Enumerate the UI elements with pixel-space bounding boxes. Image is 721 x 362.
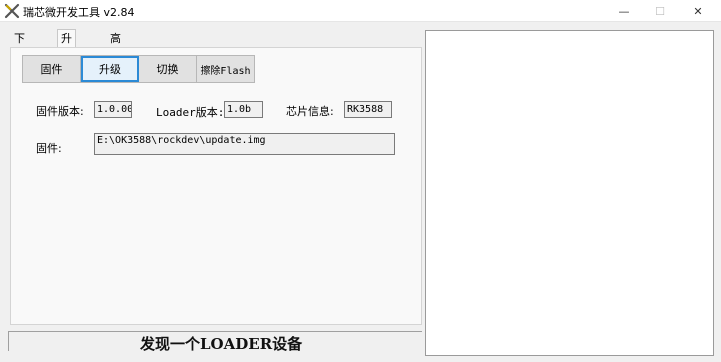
minimize-icon: — <box>618 4 630 18</box>
switch-button[interactable]: 切换 <box>139 56 197 82</box>
tab-download-image[interactable]: 下载镜像 <box>11 31 28 93</box>
maximize-icon: ☐ <box>655 4 665 18</box>
upgrade-firmware-panel: 固件 升级 切换 擦除Flash 固件版本: 1.0.00 Loader版本: … <box>10 47 422 325</box>
tab-advanced-functions[interactable]: 高级功能 <box>107 31 124 93</box>
chip-info-field: RK3588 <box>344 101 392 118</box>
loader-version-label: Loader版本: <box>156 106 225 119</box>
log-output-box[interactable] <box>425 30 714 356</box>
firmware-version-field: 1.0.00 <box>94 101 132 118</box>
firmware-version-label: 固件版本: <box>36 105 84 118</box>
window-title: 瑞芯微开发工具 v2.84 <box>23 6 135 19</box>
firmware-toolbar: 固件 升级 切换 擦除Flash <box>22 55 255 83</box>
firmware-path-label: 固件: <box>36 142 62 155</box>
rockchip-tool-icon <box>4 3 20 19</box>
close-button[interactable]: ✕ <box>680 0 716 22</box>
upgrade-button[interactable]: 升级 <box>81 56 139 82</box>
minimize-button[interactable]: — <box>606 0 642 22</box>
chip-info-label: 芯片信息: <box>286 105 334 118</box>
title-bar: 瑞芯微开发工具 v2.84 — ☐ ✕ <box>0 0 721 22</box>
tab-upgrade-firmware[interactable]: 升级固件 <box>57 29 76 99</box>
status-message: 发现一个LOADER设备 <box>140 335 303 353</box>
maximize-button[interactable]: ☐ <box>642 0 678 22</box>
firmware-button[interactable]: 固件 <box>23 56 81 82</box>
erase-flash-button[interactable]: 擦除Flash <box>197 56 254 82</box>
close-icon: ✕ <box>693 4 703 18</box>
loader-version-field: 1.0b <box>224 101 263 118</box>
firmware-path-field[interactable]: E:\OK3588\rockdev\update.img <box>94 133 395 155</box>
